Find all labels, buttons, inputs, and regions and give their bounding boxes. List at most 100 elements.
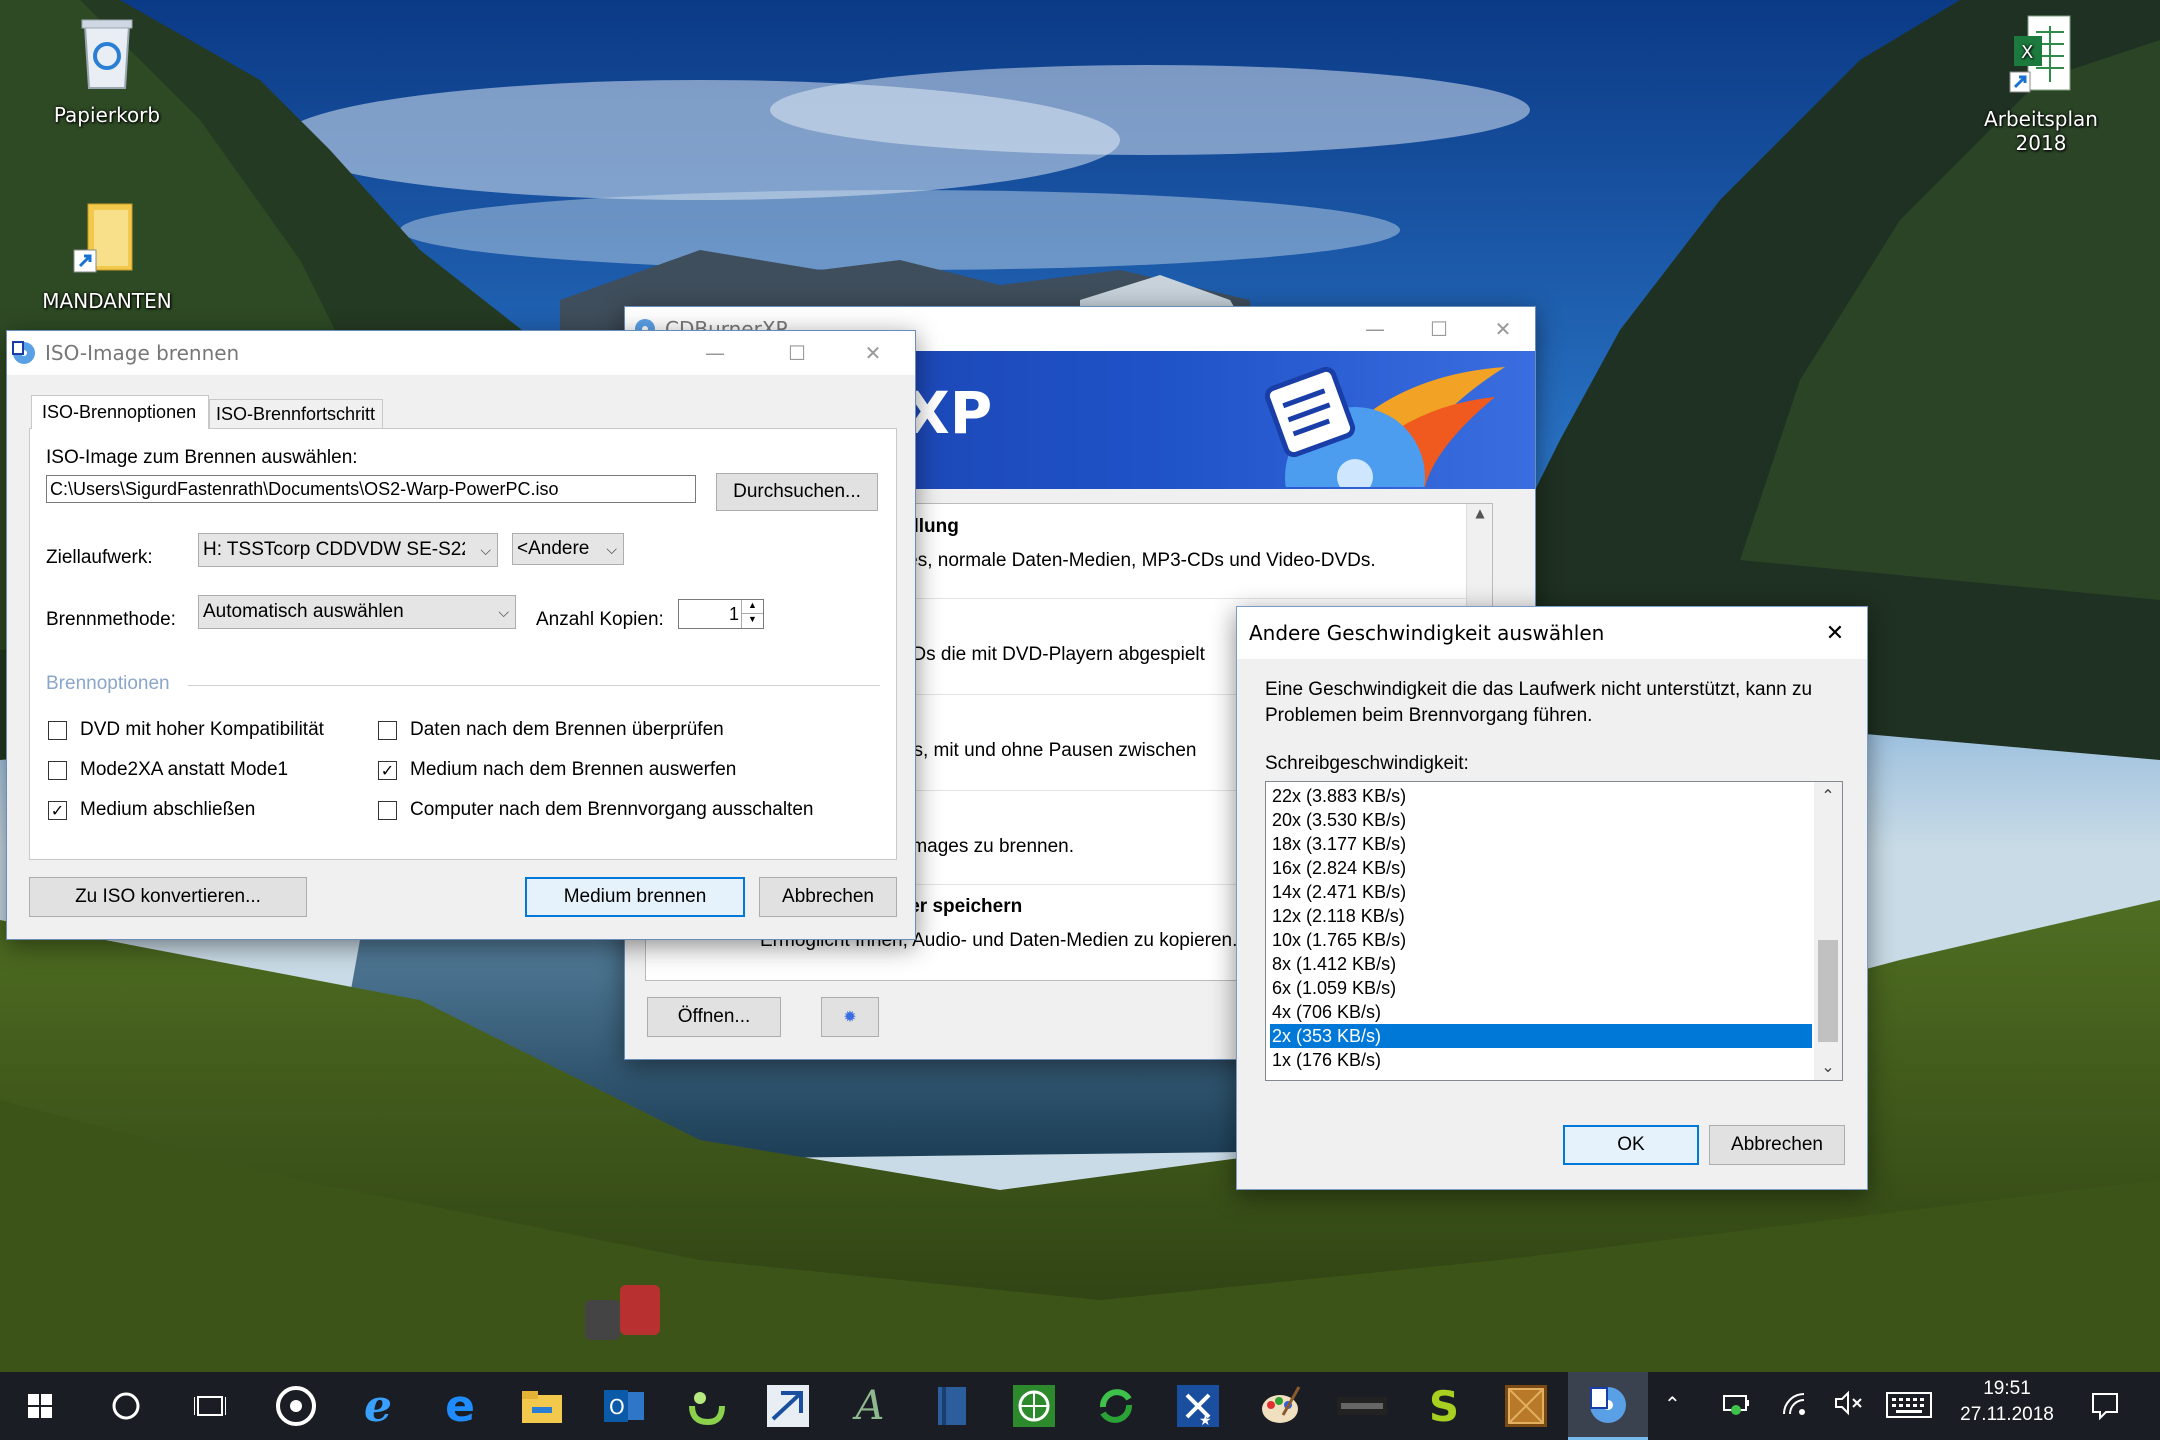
speed-select[interactable]: <Andere ⌵: [512, 533, 624, 565]
taskbar-app-green[interactable]: [666, 1372, 746, 1440]
task-view-button[interactable]: [170, 1372, 250, 1440]
speed-option[interactable]: 16x (2.824 KB/s): [1270, 856, 1812, 880]
option-label: DVD mit hoher Kompatibilität: [80, 719, 324, 740]
copies-stepper[interactable]: 1 ▲ ▼: [678, 599, 764, 629]
speed-option[interactable]: 6x (1.059 KB/s): [1270, 976, 1812, 1000]
checkbox-shutdown[interactable]: [378, 801, 397, 820]
clock[interactable]: 19:51 27.11.2018: [1952, 1378, 2062, 1426]
cancel-button[interactable]: Abbrechen: [1709, 1125, 1845, 1165]
option-label: Medium abschließen: [80, 799, 256, 820]
app-a-icon: A: [855, 1383, 885, 1429]
taskbar-app-globe[interactable]: [994, 1372, 1074, 1440]
taskbar-outlook[interactable]: O: [584, 1372, 664, 1440]
taskbar-app-a[interactable]: A: [830, 1372, 910, 1440]
speed-option[interactable]: 1x (176 KB/s): [1270, 1048, 1812, 1072]
stepper-down-icon[interactable]: ▼: [741, 614, 763, 628]
tab-iso-progress[interactable]: ISO-Brennfortschritt: [209, 399, 383, 429]
maximize-button[interactable]: ☐: [1407, 307, 1471, 351]
arbeitsplan-shortcut[interactable]: X Arbeitsplan 2018: [1966, 12, 2116, 155]
speed-option[interactable]: 10x (1.765 KB/s): [1270, 928, 1812, 952]
app-globe-icon: [1013, 1385, 1055, 1427]
mandanten-shortcut[interactable]: MANDANTEN: [32, 198, 182, 313]
taskbar-explorer[interactable]: [502, 1372, 582, 1440]
tab-iso-options[interactable]: ISO-Brennoptionen: [31, 395, 209, 429]
taskbar-app-sync[interactable]: [1076, 1372, 1156, 1440]
checkbox-eject[interactable]: ✓: [378, 761, 397, 780]
taskbar-app-blue[interactable]: [748, 1372, 828, 1440]
burn-method-label: Brennmethode:: [46, 609, 176, 630]
speed-listbox[interactable]: 22x (3.883 KB/s) 20x (3.530 KB/s) 18x (3.1…: [1265, 781, 1843, 1081]
app-tools-icon: ★: [1177, 1385, 1219, 1427]
chevron-down-icon[interactable]: ⌄: [1814, 1057, 1842, 1076]
speed-option[interactable]: 4x (706 KB/s): [1270, 1000, 1812, 1024]
wifi-icon[interactable]: [1780, 1390, 1808, 1421]
taskbar-app-dark[interactable]: [1322, 1372, 1402, 1440]
option-label: Computer nach dem Brennvorgang ausschalt…: [410, 799, 814, 820]
taskbar-cdburnerxp[interactable]: [1568, 1372, 1648, 1440]
open-button[interactable]: Öffnen...: [647, 997, 781, 1037]
burn-method-select[interactable]: Automatisch auswählen ⌵: [198, 595, 516, 629]
speed-option[interactable]: 2x (353 KB/s): [1270, 1024, 1812, 1048]
checkbox-finalize[interactable]: ✓: [48, 801, 67, 820]
tray-overflow-icon[interactable]: ⌃: [1664, 1392, 1681, 1417]
checkbox-mode2xa[interactable]: [48, 761, 67, 780]
chevron-down-icon: ⌵: [498, 603, 509, 620]
target-drive-select[interactable]: H: TSSTcorp CDDVDW SE-S224 ⌵: [198, 533, 498, 567]
option-label: Mode2XA anstatt Mode1: [80, 759, 289, 780]
chevron-up-icon[interactable]: ⌃: [1814, 786, 1842, 805]
stepper-up-icon[interactable]: ▲: [741, 600, 763, 614]
close-button[interactable]: ✕: [841, 331, 905, 375]
checkbox-dvd-compat[interactable]: [48, 721, 67, 740]
scrollbar-thumb[interactable]: [1818, 940, 1838, 1042]
burn-medium-button[interactable]: Medium brennen: [525, 877, 745, 917]
maximize-button[interactable]: ☐: [765, 331, 829, 375]
cortana-button[interactable]: [86, 1372, 166, 1440]
cdburnerxp-icon: [1590, 1386, 1626, 1423]
recycle-bin-shortcut[interactable]: Papierkorb: [32, 12, 182, 127]
svg-text:O: O: [609, 1395, 625, 1419]
action-center-icon[interactable]: [2090, 1390, 2120, 1425]
taskbar-dosbox[interactable]: [1486, 1372, 1566, 1440]
speed-dialog-title: Andere Geschwindigkeit auswählen: [1249, 621, 1605, 645]
gear-icon: ✹: [843, 1009, 857, 1026]
speed-option[interactable]: 22x (3.883 KB/s): [1270, 784, 1812, 808]
list-item-desc: DVDs die mit DVD-Playern abgespielt: [886, 644, 1205, 665]
taskbar-app-book[interactable]: [912, 1372, 992, 1440]
cortana-icon: [112, 1392, 140, 1420]
iso-path-input[interactable]: C:\Users\SigurdFastenrath\Documents\OS2-…: [46, 475, 696, 503]
taskbar-ie[interactable]: e: [338, 1372, 418, 1440]
speed-option[interactable]: 20x (3.530 KB/s): [1270, 808, 1812, 832]
ie-icon: e: [364, 1380, 392, 1432]
task-view-icon: [194, 1396, 226, 1416]
browse-button[interactable]: Durchsuchen...: [716, 473, 878, 511]
settings-button[interactable]: ✹: [821, 997, 879, 1037]
battery-icon[interactable]: [1722, 1390, 1752, 1421]
keyboard-icon[interactable]: [1886, 1392, 1932, 1423]
banner-logo-text: XP: [905, 379, 993, 447]
checkbox-verify[interactable]: [378, 721, 397, 740]
taskbar-app-s[interactable]: S: [1404, 1372, 1484, 1440]
convert-iso-button[interactable]: Zu ISO konvertieren...: [29, 877, 307, 917]
scroll-up-icon[interactable]: ▲: [1467, 506, 1493, 528]
minimize-button[interactable]: —: [1343, 307, 1407, 351]
cancel-button[interactable]: Abbrechen: [759, 877, 897, 917]
speed-option[interactable]: 18x (3.177 KB/s): [1270, 832, 1812, 856]
volume-muted-icon[interactable]: [1834, 1390, 1864, 1421]
taskbar-app-tools[interactable]: ★: [1158, 1372, 1238, 1440]
close-button[interactable]: ✕: [1471, 307, 1535, 351]
speed-value: <Andere: [517, 538, 590, 559]
explorer-icon: [522, 1391, 562, 1423]
speed-list-scrollbar[interactable]: ⌃ ⌄: [1814, 782, 1842, 1080]
iso-burn-window: ISO-Image brennen — ☐ ✕ ISO-Brennoptione…: [6, 330, 916, 940]
taskbar-app-paint[interactable]: [1240, 1372, 1320, 1440]
ok-button[interactable]: OK: [1563, 1125, 1699, 1165]
speed-option[interactable]: 12x (2.118 KB/s): [1270, 904, 1812, 928]
taskbar-edge[interactable]: e: [420, 1372, 500, 1440]
speed-option[interactable]: 8x (1.412 KB/s): [1270, 952, 1812, 976]
svg-text:X: X: [2021, 42, 2033, 63]
taskbar-app-ring[interactable]: [256, 1372, 336, 1440]
minimize-button[interactable]: —: [683, 331, 747, 375]
close-button[interactable]: ✕: [1803, 607, 1867, 659]
speed-option[interactable]: 14x (2.471 KB/s): [1270, 880, 1812, 904]
start-button[interactable]: [0, 1372, 80, 1440]
